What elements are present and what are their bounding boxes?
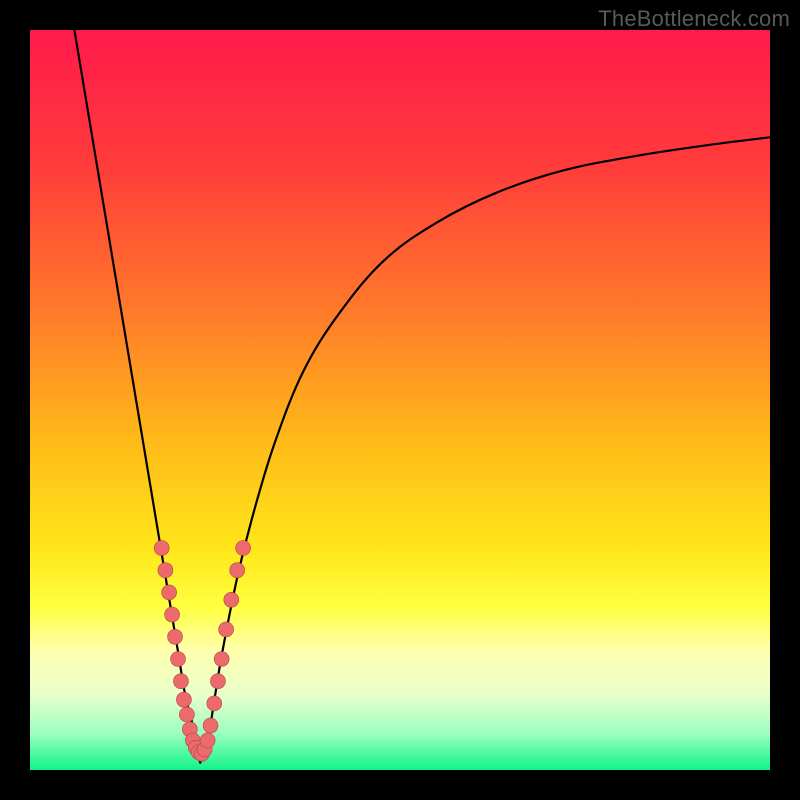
scatter-point [207,696,222,711]
chart-frame: TheBottleneck.com [0,0,800,800]
scatter-point [224,592,239,607]
scatter-point [203,718,218,733]
scatter-point [214,652,229,667]
scatter-point [171,652,186,667]
scatter-point [162,585,177,600]
scatter-point [165,607,180,622]
scatter-point [219,622,234,637]
curve-layer [30,30,770,770]
scatter-point [154,541,169,556]
scatter-point [173,674,188,689]
scatter-point [200,733,215,748]
scatter-point [210,674,225,689]
scatter-point [168,629,183,644]
scatter-point [230,563,245,578]
scatter-group [154,541,250,762]
scatter-point [179,707,194,722]
bottleneck-curve-right-path [200,137,770,762]
scatter-point [236,541,251,556]
watermark-text: TheBottleneck.com [598,6,790,32]
scatter-point [176,692,191,707]
plot-area [30,30,770,770]
scatter-point [158,563,173,578]
